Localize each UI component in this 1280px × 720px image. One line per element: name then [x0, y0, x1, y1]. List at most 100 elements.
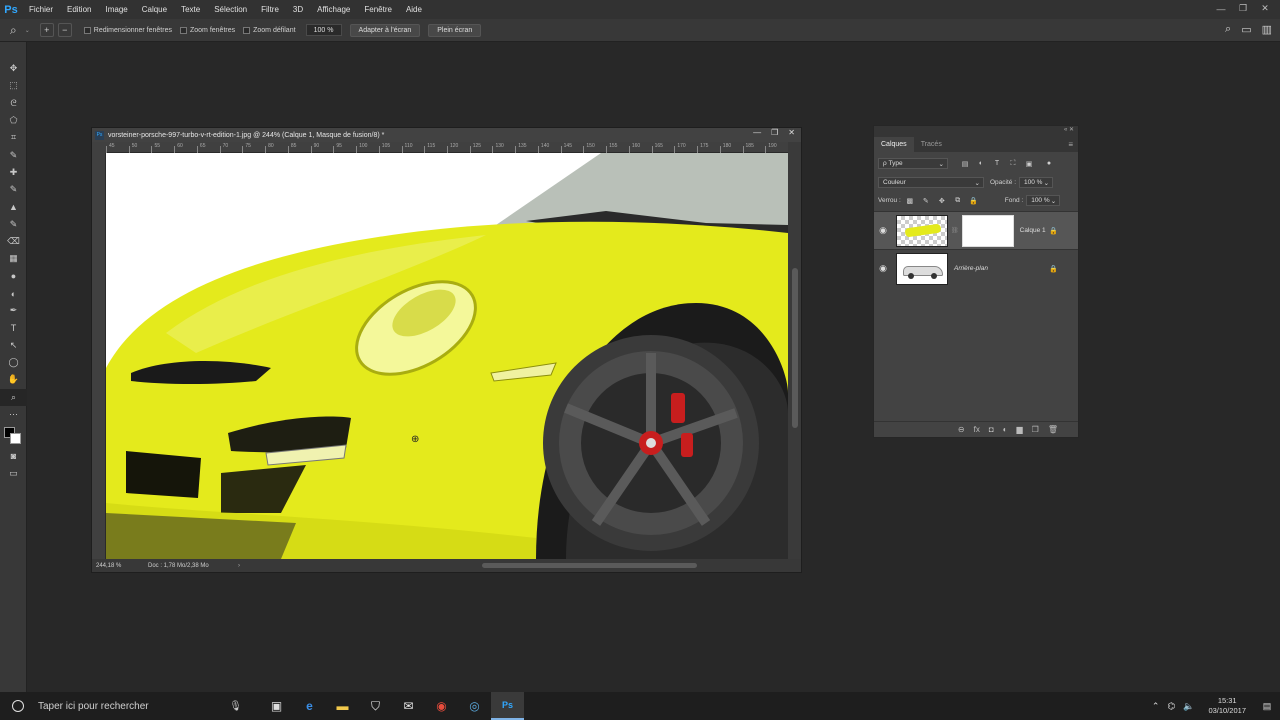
- blur-tool-icon[interactable]: ●: [0, 268, 27, 285]
- healing-brush-tool-icon[interactable]: ✚: [0, 164, 27, 181]
- menu-fenetre[interactable]: Fenêtre: [357, 5, 399, 14]
- tray-expand-icon[interactable]: ⌃: [1152, 701, 1160, 712]
- microphone-icon[interactable]: 🎙: [229, 701, 242, 712]
- pen-tool-icon[interactable]: ✒: [0, 302, 27, 319]
- tab-traces[interactable]: Tracés: [914, 137, 949, 152]
- cortana-icon[interactable]: [12, 700, 24, 712]
- gradient-tool-icon[interactable]: ▦: [0, 250, 27, 267]
- eraser-tool-icon[interactable]: ⌫: [0, 233, 27, 250]
- move-tool-icon[interactable]: ✥: [0, 60, 27, 77]
- layer-mask-thumbnail[interactable]: [961, 214, 1014, 247]
- marquee-tool-icon[interactable]: ⬚: [0, 77, 27, 94]
- opacity-field[interactable]: 100 % ⌄: [1019, 177, 1054, 188]
- path-selection-tool-icon[interactable]: ↖: [0, 337, 27, 354]
- layer-name[interactable]: Calque 1: [1020, 227, 1046, 234]
- menu-selection[interactable]: Sélection: [207, 5, 254, 14]
- fill-field[interactable]: 100 % ⌄: [1026, 195, 1061, 206]
- fit-screen-button[interactable]: Adapter à l'écran: [349, 23, 421, 37]
- menu-edition[interactable]: Edition: [60, 5, 98, 14]
- new-layer-icon[interactable]: ❐: [1032, 425, 1039, 434]
- link-layers-icon[interactable]: ⊖: [958, 425, 965, 434]
- panel-collapse-bar[interactable]: « ✕: [874, 126, 1078, 135]
- filter-toggle-icon[interactable]: ●: [1044, 159, 1054, 169]
- layer-row-arriere-plan[interactable]: ◉ Arrière-plan 🔒: [874, 249, 1078, 287]
- app-icon[interactable]: ◎: [458, 692, 491, 720]
- quick-selection-tool-icon[interactable]: ⬠: [0, 112, 27, 129]
- taskbar-search[interactable]: Taper ici pour rechercher 🎙: [0, 692, 242, 720]
- zoom-in-button[interactable]: +: [39, 23, 54, 37]
- crop-tool-icon[interactable]: ⌗: [0, 129, 27, 146]
- delete-layer-icon[interactable]: 🗑: [1048, 425, 1058, 434]
- tab-calques[interactable]: Calques: [874, 137, 914, 152]
- hand-tool-icon[interactable]: ✋: [0, 371, 27, 388]
- close-button[interactable]: ✕: [1254, 0, 1276, 17]
- visibility-eye-icon[interactable]: ◉: [874, 225, 892, 236]
- network-icon[interactable]: ⌬: [1167, 701, 1175, 712]
- horizontal-scroll-thumb[interactable]: [482, 563, 697, 568]
- lock-pixels-icon[interactable]: ✎: [921, 196, 931, 206]
- type-tool-icon[interactable]: T: [0, 319, 27, 336]
- checkbox-box[interactable]: [179, 26, 187, 34]
- more-tools-icon[interactable]: ⋯: [0, 406, 27, 423]
- add-mask-icon[interactable]: ◘: [989, 425, 994, 434]
- notification-center-icon[interactable]: ▤: [1254, 701, 1280, 712]
- doc-restore-button[interactable]: ❐: [771, 128, 778, 137]
- checkbox-box[interactable]: [83, 26, 91, 34]
- zoom-value-field[interactable]: 100 %: [305, 24, 342, 36]
- lock-transparency-icon[interactable]: ▩: [905, 196, 915, 206]
- panel-menu-icon[interactable]: ≡: [1068, 140, 1073, 149]
- doc-minimize-button[interactable]: —: [753, 128, 761, 137]
- menu-filtre[interactable]: Filtre: [254, 5, 286, 14]
- doc-close-button[interactable]: ✕: [788, 128, 795, 137]
- edge-icon[interactable]: e: [293, 692, 326, 720]
- clone-stamp-tool-icon[interactable]: ▲: [0, 198, 27, 215]
- chevron-down-icon[interactable]: ⌄: [25, 27, 30, 34]
- screen-mode-icon[interactable]: ▭: [0, 465, 27, 482]
- volume-icon[interactable]: 🔈: [1183, 701, 1194, 712]
- panel-layout-icon[interactable]: ▥: [1262, 23, 1272, 36]
- lock-position-icon[interactable]: ✥: [937, 196, 947, 206]
- horizontal-scrollbar[interactable]: [252, 559, 787, 572]
- filter-smart-icon[interactable]: ▣: [1024, 159, 1034, 169]
- visibility-eye-icon[interactable]: ◉: [874, 263, 892, 274]
- mail-icon[interactable]: ✉: [392, 692, 425, 720]
- file-explorer-icon[interactable]: ▬: [326, 692, 359, 720]
- photoshop-taskbar-icon[interactable]: Ps: [491, 692, 524, 720]
- scrubby-zoom-checkbox[interactable]: Zoom défilant: [243, 26, 296, 34]
- blend-mode-select[interactable]: Couleur ⌄: [878, 177, 984, 188]
- zoom-tool-icon[interactable]: ⌕: [0, 388, 27, 406]
- dodge-tool-icon[interactable]: ◐: [0, 285, 27, 302]
- task-view-icon[interactable]: ▣: [260, 692, 293, 720]
- filter-pixel-icon[interactable]: ▤: [960, 159, 970, 169]
- fill-screen-button[interactable]: Plein écran: [428, 23, 482, 37]
- document-tab[interactable]: Ps vorsteiner-porsche-997-turbo-v-rt-edi…: [92, 128, 801, 142]
- brush-tool-icon[interactable]: ✎: [0, 181, 27, 198]
- zoom-level[interactable]: 244,18 %: [96, 563, 148, 569]
- layer-row-calque-1[interactable]: ◉ ⛓ Calque 1 🔒: [874, 211, 1078, 249]
- layer-filter-select[interactable]: ρ Type ⌄: [878, 158, 948, 169]
- resize-windows-checkbox[interactable]: Redimensionner fenêtres: [83, 26, 172, 34]
- lasso-tool-icon[interactable]: ᘓ: [0, 95, 27, 112]
- chrome-icon[interactable]: ◉: [425, 692, 458, 720]
- new-adjustment-icon[interactable]: ◐: [1003, 425, 1008, 434]
- search-icon[interactable]: ⌕: [1225, 23, 1231, 36]
- color-swatches[interactable]: [0, 423, 26, 447]
- workspace-icon[interactable]: ▭: [1241, 23, 1251, 36]
- menu-aide[interactable]: Aide: [399, 5, 429, 14]
- ellipse-tool-icon[interactable]: ◯: [0, 354, 27, 371]
- menu-fichier[interactable]: Fichier: [22, 5, 60, 14]
- image-canvas[interactable]: ⊕: [106, 153, 788, 559]
- checkbox-box[interactable]: [243, 26, 251, 34]
- minimize-button[interactable]: —: [1210, 0, 1232, 17]
- quick-mask-icon[interactable]: ◙: [0, 447, 27, 464]
- menu-calque[interactable]: Calque: [135, 5, 174, 14]
- layer-style-icon[interactable]: fx: [974, 425, 980, 434]
- lock-all-icon[interactable]: 🔒: [969, 196, 979, 206]
- lock-artboard-icon[interactable]: ⧉: [953, 196, 963, 206]
- store-icon[interactable]: ⛉: [359, 692, 392, 720]
- filter-adjustment-icon[interactable]: ◐: [976, 159, 986, 169]
- menu-affichage[interactable]: Affichage: [310, 5, 357, 14]
- filter-type-icon[interactable]: T: [992, 159, 1002, 169]
- filter-shape-icon[interactable]: ⛶: [1008, 159, 1018, 169]
- clock[interactable]: 15:31 03/10/2017: [1208, 696, 1246, 716]
